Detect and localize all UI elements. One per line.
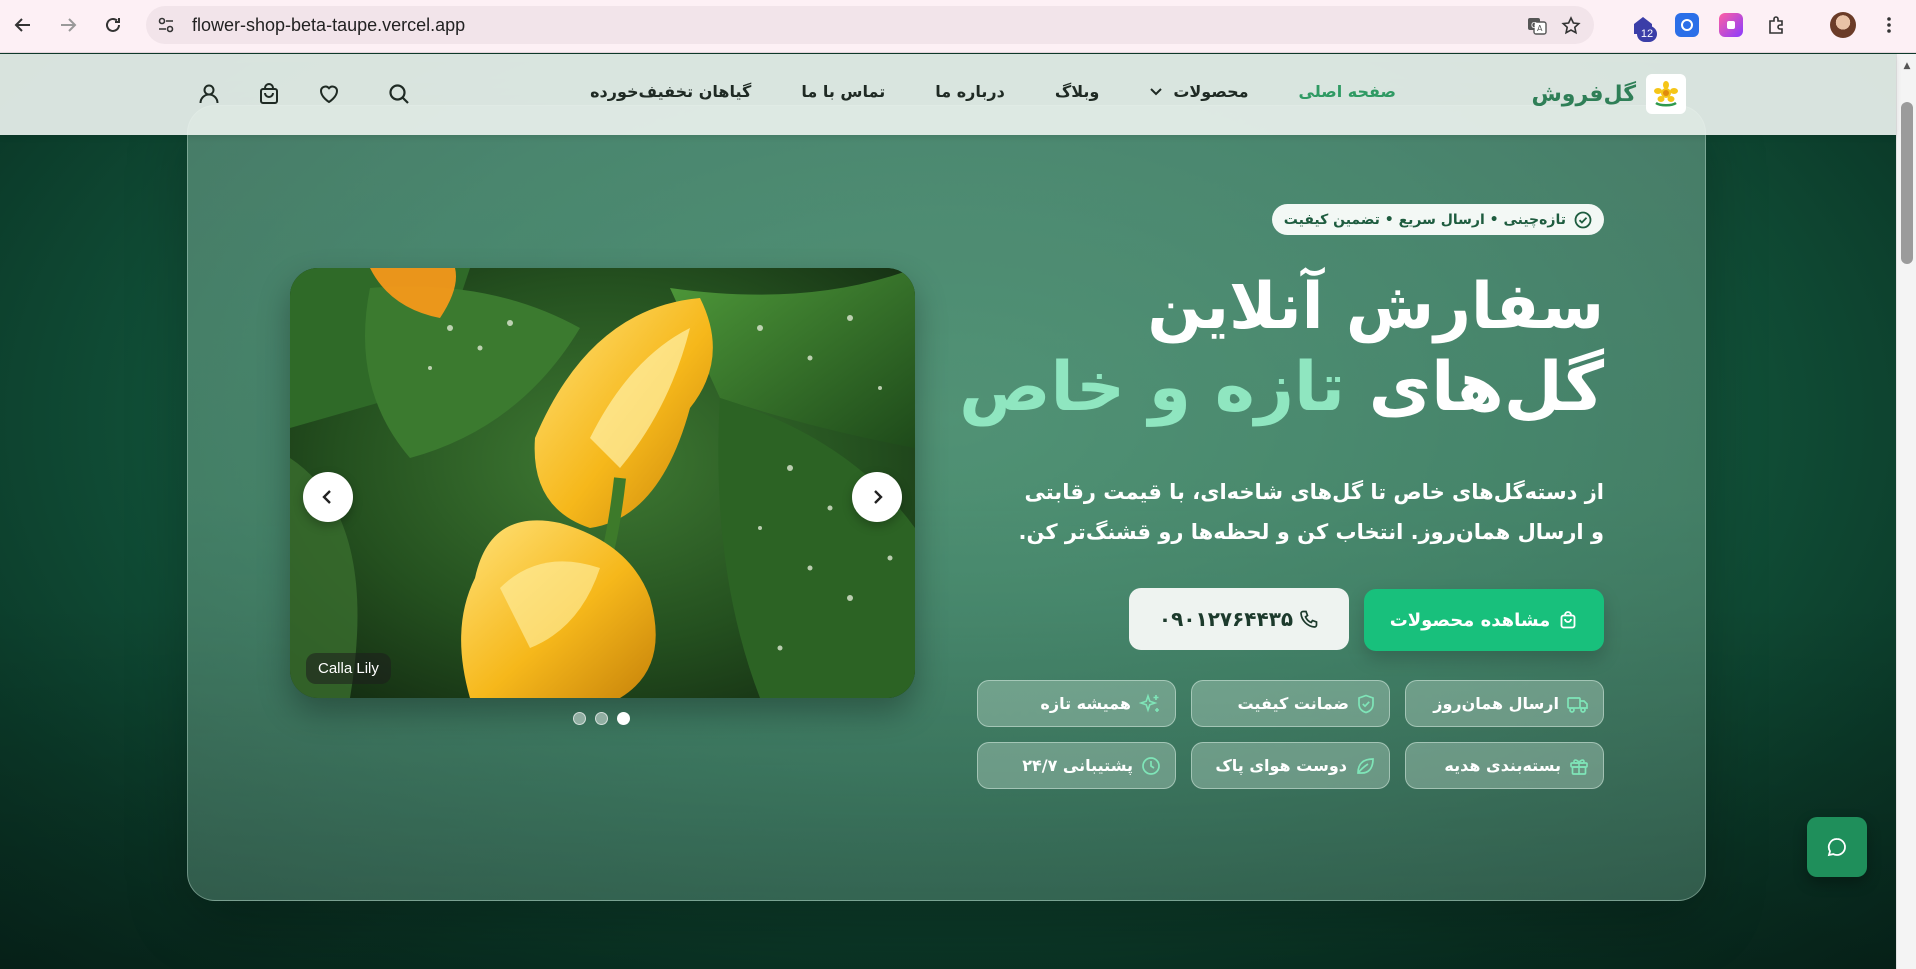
slide-caption: Calla Lily: [306, 653, 391, 684]
nav-products-label: محصولات: [1173, 82, 1249, 101]
main-nav: صفحه اصلی محصولات وبلاگ درباره ما تماس ب…: [590, 82, 1396, 101]
search-icon[interactable]: [385, 80, 413, 108]
hero-title-accent: تازه و خاص: [959, 348, 1346, 427]
nav-products[interactable]: محصولات: [1149, 82, 1249, 101]
gift-icon: [1569, 756, 1589, 776]
reload-icon[interactable]: [100, 12, 126, 38]
feature-clean-air: دوست هوای پاک: [1191, 742, 1390, 789]
back-icon[interactable]: [10, 12, 36, 38]
shopping-bag-icon[interactable]: [255, 80, 283, 108]
nav-blog[interactable]: وبلاگ: [1055, 82, 1099, 101]
brand-logo[interactable]: گل‌فروش: [1531, 74, 1686, 114]
nav-contact[interactable]: تماس با ما: [801, 82, 885, 101]
translate-icon[interactable]: GA: [1526, 15, 1548, 37]
chat-bubble-icon: [1827, 838, 1846, 857]
tagline-badge: تازه‌چینی • ارسال سریع • تضمین کیفیت: [1271, 204, 1604, 235]
bookmark-star-icon[interactable]: [1560, 15, 1582, 37]
svg-text:A: A: [1537, 24, 1543, 33]
brand-name: گل‌فروش: [1531, 81, 1636, 107]
scroll-up-icon[interactable]: ▲: [1897, 58, 1916, 74]
feature-gift-wrap: بسته‌بندی هدیه: [1405, 742, 1604, 789]
hero-title-line1: سفارش آنلاین: [1147, 270, 1604, 344]
address-bar[interactable]: flower-shop-beta-taupe.vercel.app GA: [146, 6, 1594, 44]
truck-icon: [1567, 695, 1589, 713]
phone-number: ۰۹۰۱۲۷۶۴۴۳۵: [1158, 607, 1294, 631]
phone-button[interactable]: ۰۹۰۱۲۷۶۴۴۳۵: [1129, 588, 1349, 650]
slider-dot[interactable]: [573, 712, 586, 725]
browser-menu-icon[interactable]: [1876, 12, 1902, 38]
chevron-down-icon: [1150, 87, 1163, 95]
extension-icon[interactable]: [1719, 13, 1743, 37]
shield-icon: [1357, 694, 1375, 714]
sparkles-icon: [1139, 693, 1161, 715]
forward-icon[interactable]: [55, 12, 81, 38]
nav-discount-plants[interactable]: گیاهان تخفیف‌خورده: [590, 82, 751, 101]
feature-label: دوست هوای پاک: [1215, 756, 1347, 775]
shopping-bag-icon: [1560, 611, 1576, 629]
feature-fresh: همیشه تازه: [977, 680, 1176, 727]
site-header: گل‌فروش صفحه اصلی محصولات وبلاگ درباره م…: [0, 54, 1896, 135]
profile-avatar[interactable]: [1830, 12, 1856, 38]
extension-icon[interactable]: [1675, 13, 1699, 37]
tagline-text: تازه‌چینی • ارسال سریع • تضمین کیفیت: [1283, 211, 1566, 228]
heart-icon[interactable]: [315, 80, 343, 108]
calla-lily-photo: [290, 268, 915, 698]
url-text[interactable]: flower-shop-beta-taupe.vercel.app: [192, 15, 465, 36]
feature-label: پشتیبانی ۲۴/۷: [1022, 756, 1133, 775]
slider-dot-active[interactable]: [617, 712, 630, 725]
feature-quality: ضمانت کیفیت: [1191, 680, 1390, 727]
feature-same-day: ارسال همان‌روز: [1405, 680, 1604, 727]
slider-prev-button[interactable]: [303, 472, 353, 522]
feature-label: ارسال همان‌روز: [1433, 694, 1559, 713]
image-slider: Calla Lily: [290, 268, 915, 698]
nav-home[interactable]: صفحه اصلی: [1299, 82, 1396, 101]
feature-label: ضمانت کیفیت: [1237, 694, 1349, 713]
site-settings-icon[interactable]: [156, 15, 176, 35]
hero-title-prefix: گل‌های: [1345, 348, 1604, 427]
hero-title-line2: گل‌های تازه و خاص: [959, 348, 1604, 427]
extension-badge: 12: [1637, 26, 1657, 42]
chevron-right-icon: [874, 490, 883, 504]
leaf-icon: [1355, 756, 1375, 776]
nav-about[interactable]: درباره ما: [935, 82, 1005, 101]
view-products-button[interactable]: مشاهده محصولات: [1364, 589, 1604, 651]
view-products-label: مشاهده محصولات: [1389, 609, 1551, 631]
clock-icon: [1141, 756, 1161, 776]
phone-icon: [1300, 610, 1318, 628]
scrollbar-thumb[interactable]: [1901, 102, 1913, 264]
feature-support: پشتیبانی ۲۴/۷: [977, 742, 1176, 789]
slider-dots: [573, 712, 630, 725]
chevron-left-icon: [322, 490, 331, 504]
browser-toolbar: flower-shop-beta-taupe.vercel.app GA 12: [0, 0, 1916, 53]
chat-button[interactable]: [1807, 817, 1867, 877]
feature-label: همیشه تازه: [1040, 694, 1131, 713]
feature-label: بسته‌بندی هدیه: [1444, 756, 1561, 775]
extensions-puzzle-icon[interactable]: [1764, 13, 1788, 37]
flower-logo-icon: [1646, 74, 1686, 114]
user-icon[interactable]: [195, 80, 223, 108]
check-circle-icon: [1574, 211, 1592, 228]
hero-description: از دسته‌گل‌های خاص تا گل‌های شاخه‌ای، با…: [1018, 480, 1604, 544]
slider-next-button[interactable]: [852, 472, 902, 522]
scrollbar[interactable]: ▲: [1896, 54, 1916, 969]
slider-dot[interactable]: [595, 712, 608, 725]
